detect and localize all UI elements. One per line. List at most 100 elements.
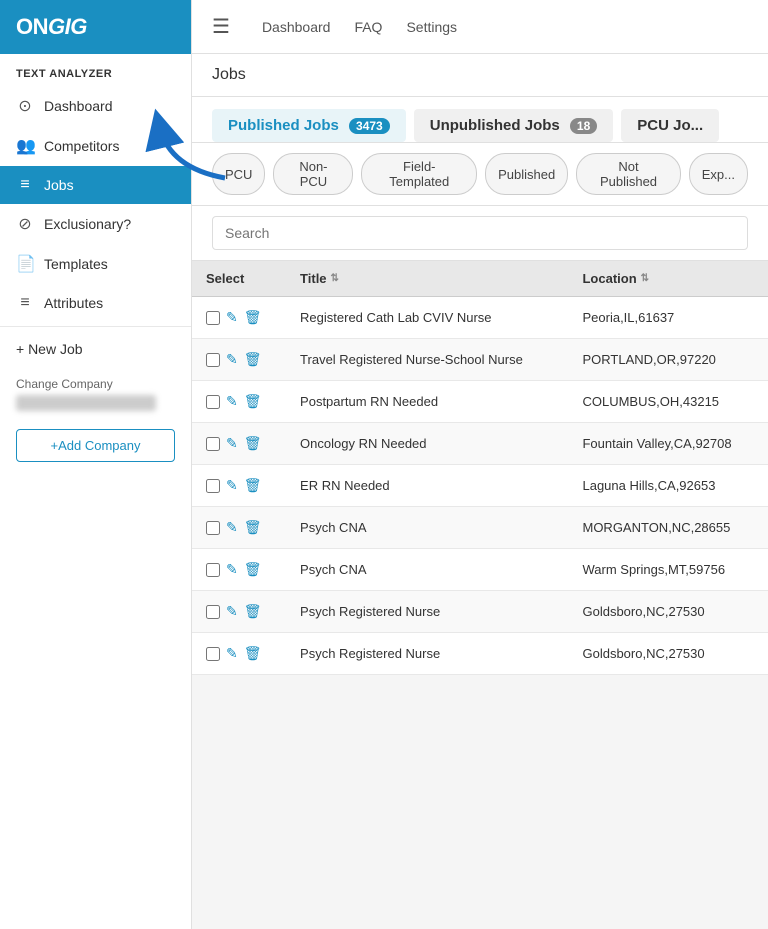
- job-title: Oncology RN Needed: [286, 423, 568, 465]
- row-checkbox[interactable]: [206, 647, 220, 661]
- table-row: ✎ 🗑 Travel Registered Nurse-School Nurse…: [192, 339, 768, 381]
- sidebar-item-label: Dashboard: [44, 98, 113, 114]
- location-sort-icon[interactable]: ⇅: [641, 273, 649, 284]
- sidebar-item-exclusionary[interactable]: ⊘ Exclusionary?: [0, 204, 191, 244]
- new-job-label: + New Job: [16, 341, 83, 357]
- table-row: ✎ 🗑 Psych CNAWarm Springs,MT,59756: [192, 549, 768, 591]
- col-location: Location ⇅: [568, 261, 768, 297]
- edit-icon[interactable]: ✎: [226, 477, 238, 494]
- edit-icon[interactable]: ✎: [226, 519, 238, 536]
- company-name-blurred: [16, 395, 156, 411]
- users-icon: 👥: [16, 136, 34, 156]
- published-badge: 3473: [349, 118, 390, 134]
- jobs-table-wrapper: Select Title ⇅ Location ⇅: [192, 261, 768, 675]
- add-company-button[interactable]: +Add Company: [16, 429, 175, 462]
- job-location: Warm Springs,MT,59756: [568, 549, 768, 591]
- filter-bar: PCU Non-PCU Field-Templated Published No…: [192, 143, 768, 206]
- tab-pcu-label: PCU Jo...: [637, 117, 703, 134]
- select-cell: ✎ 🗑: [192, 591, 286, 633]
- delete-icon[interactable]: 🗑: [244, 309, 262, 326]
- tab-unpublished-jobs[interactable]: Unpublished Jobs 18: [414, 109, 614, 142]
- row-checkbox[interactable]: [206, 311, 220, 325]
- sidebar-item-jobs[interactable]: ≡ Jobs: [0, 166, 191, 204]
- job-location: Laguna Hills,CA,92653: [568, 465, 768, 507]
- job-title: Travel Registered Nurse-School Nurse: [286, 339, 568, 381]
- nav-faq[interactable]: FAQ: [354, 15, 382, 39]
- unpublished-badge: 18: [570, 118, 597, 134]
- page-header: Jobs: [192, 54, 768, 97]
- row-checkbox[interactable]: [206, 521, 220, 535]
- attributes-icon: ≡: [16, 294, 34, 312]
- edit-icon[interactable]: ✎: [226, 393, 238, 410]
- row-checkbox[interactable]: [206, 563, 220, 577]
- filter-pcu[interactable]: PCU: [212, 153, 265, 195]
- delete-icon[interactable]: 🗑: [244, 351, 262, 368]
- hamburger-icon[interactable]: ☰: [212, 14, 230, 39]
- delete-icon[interactable]: 🗑: [244, 393, 262, 410]
- job-location: Goldsboro,NC,27530: [568, 633, 768, 675]
- edit-icon[interactable]: ✎: [226, 645, 238, 662]
- list-icon: ≡: [16, 176, 34, 194]
- tab-published-jobs[interactable]: Published Jobs 3473: [212, 109, 406, 142]
- new-job-button[interactable]: + New Job: [0, 331, 191, 367]
- filter-published[interactable]: Published: [485, 153, 568, 195]
- job-title: ER RN Needed: [286, 465, 568, 507]
- section-label: TEXT ANALYZER: [0, 54, 191, 86]
- nav-dashboard[interactable]: Dashboard: [262, 15, 331, 39]
- select-cell: ✎ 🗑: [192, 633, 286, 675]
- select-cell: ✎ 🗑: [192, 297, 286, 339]
- filter-exp[interactable]: Exp...: [689, 153, 748, 195]
- table-row: ✎ 🗑 Psych CNAMORGANTON,NC,28655: [192, 507, 768, 549]
- filter-field-templated[interactable]: Field-Templated: [361, 153, 477, 195]
- sidebar-item-attributes[interactable]: ≡ Attributes: [0, 284, 191, 322]
- job-location: Peoria,IL,61637: [568, 297, 768, 339]
- edit-icon[interactable]: ✎: [226, 309, 238, 326]
- edit-icon[interactable]: ✎: [226, 351, 238, 368]
- sidebar-item-dashboard[interactable]: ⊙ Dashboard: [0, 86, 191, 126]
- globe-icon: ⊙: [16, 96, 34, 116]
- logo-text: ONGIG: [16, 14, 87, 40]
- edit-icon[interactable]: ✎: [226, 435, 238, 452]
- job-title: Psych CNA: [286, 549, 568, 591]
- filter-not-published[interactable]: Not Published: [576, 153, 681, 195]
- change-company-section: Change Company: [0, 367, 191, 421]
- sidebar-item-label: Exclusionary?: [44, 216, 131, 232]
- divider: [0, 326, 191, 327]
- page-body: Jobs Published Jobs 3473 Unpublished Job…: [192, 54, 768, 929]
- edit-icon[interactable]: ✎: [226, 603, 238, 620]
- row-checkbox[interactable]: [206, 395, 220, 409]
- delete-icon[interactable]: 🗑: [244, 645, 262, 662]
- row-checkbox[interactable]: [206, 353, 220, 367]
- table-body: ✎ 🗑 Registered Cath Lab CVIV NursePeoria…: [192, 297, 768, 675]
- select-cell: ✎ 🗑: [192, 549, 286, 591]
- job-location: COLUMBUS,OH,43215: [568, 381, 768, 423]
- filter-non-pcu[interactable]: Non-PCU: [273, 153, 353, 195]
- delete-icon[interactable]: 🗑: [244, 519, 262, 536]
- delete-icon[interactable]: 🗑: [244, 561, 262, 578]
- search-input[interactable]: [212, 216, 748, 250]
- job-title: Postpartum RN Needed: [286, 381, 568, 423]
- sidebar-item-competitors[interactable]: 👥 Competitors: [0, 126, 191, 166]
- search-bar: [192, 206, 768, 261]
- col-title: Title ⇅: [286, 261, 568, 297]
- sidebar: ONGIG TEXT ANALYZER ⊙ Dashboard 👥 Compet…: [0, 0, 192, 929]
- jobs-table: Select Title ⇅ Location ⇅: [192, 261, 768, 675]
- sidebar-item-templates[interactable]: 📄 Templates: [0, 244, 191, 284]
- row-checkbox[interactable]: [206, 479, 220, 493]
- title-sort-icon[interactable]: ⇅: [331, 273, 339, 284]
- row-checkbox[interactable]: [206, 605, 220, 619]
- tab-pcu-jobs[interactable]: PCU Jo...: [621, 109, 719, 142]
- delete-icon[interactable]: 🗑: [244, 435, 262, 452]
- sidebar-item-label: Attributes: [44, 295, 103, 311]
- job-location: Fountain Valley,CA,92708: [568, 423, 768, 465]
- delete-icon[interactable]: 🗑: [244, 603, 262, 620]
- row-checkbox[interactable]: [206, 437, 220, 451]
- delete-icon[interactable]: 🗑: [244, 477, 262, 494]
- nav-settings[interactable]: Settings: [406, 15, 457, 39]
- job-location: Goldsboro,NC,27530: [568, 591, 768, 633]
- header-row: Select Title ⇅ Location ⇅: [192, 261, 768, 297]
- block-icon: ⊘: [16, 214, 34, 234]
- edit-icon[interactable]: ✎: [226, 561, 238, 578]
- jobs-tab-bar: Published Jobs 3473 Unpublished Jobs 18 …: [192, 97, 768, 143]
- table-header: Select Title ⇅ Location ⇅: [192, 261, 768, 297]
